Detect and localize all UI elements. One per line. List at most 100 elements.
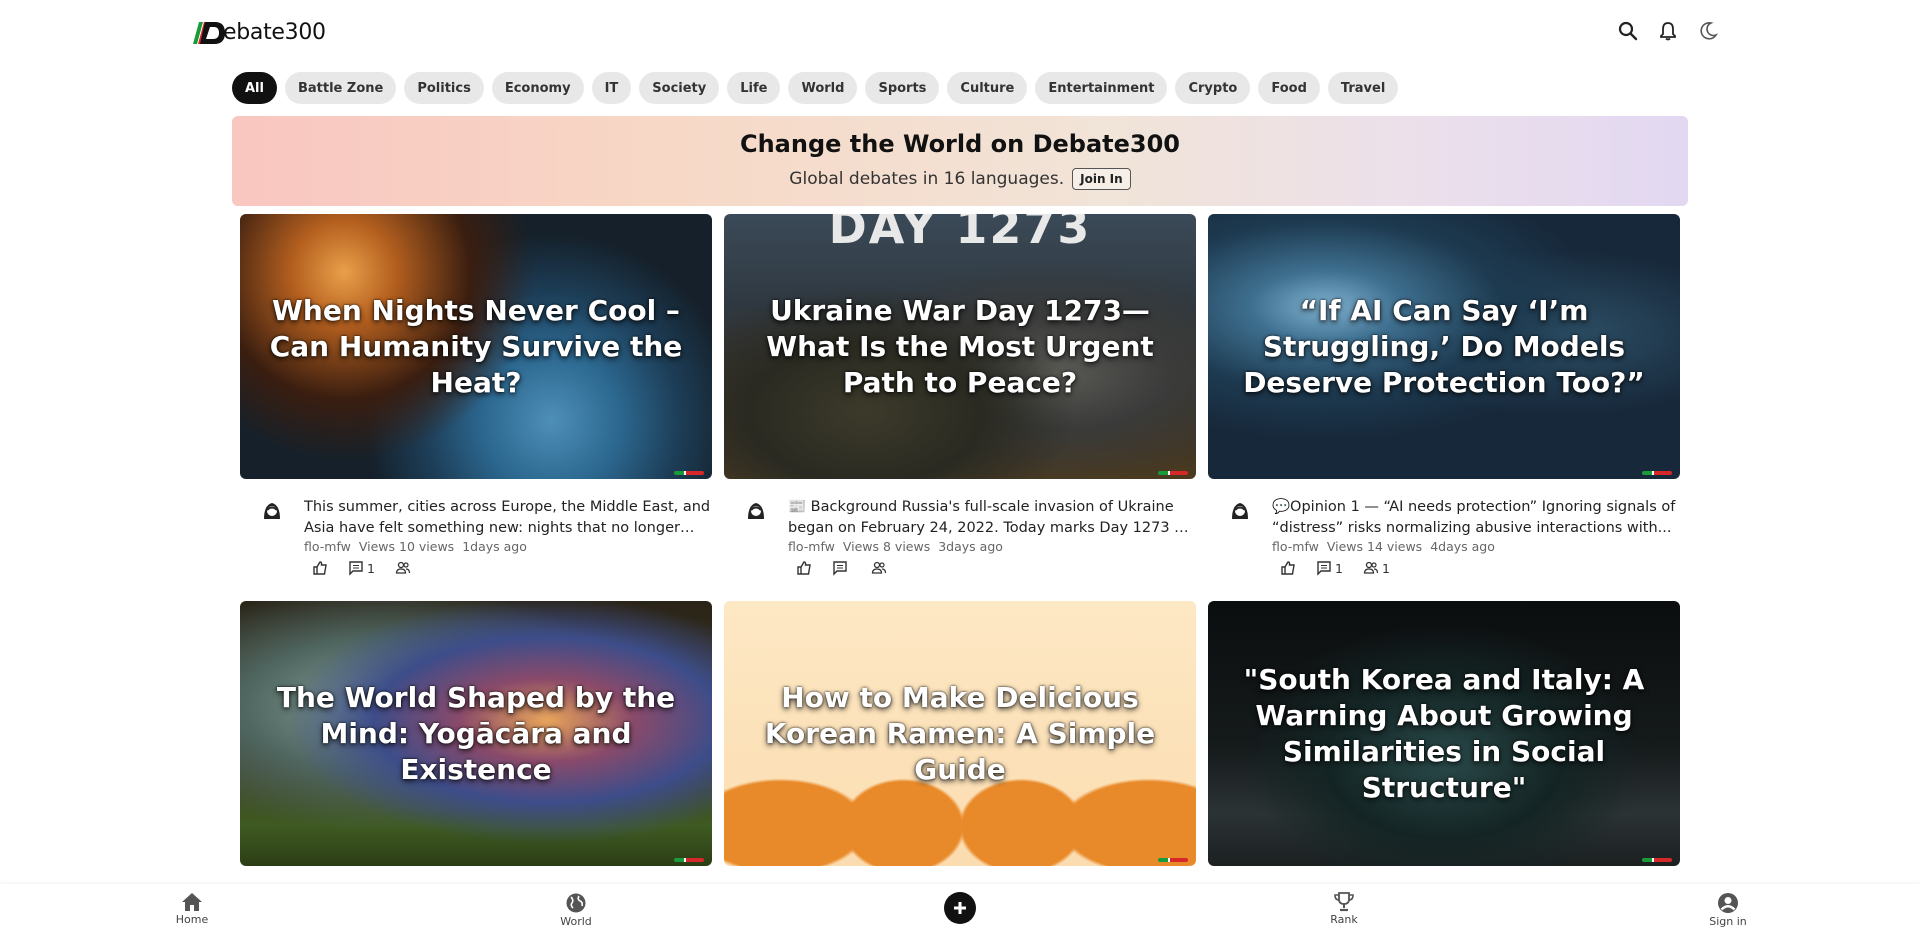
top-header: ebate300 <box>0 0 1920 64</box>
nav-rank[interactable]: Rank <box>1304 892 1384 926</box>
home-icon <box>182 893 202 911</box>
category-tab-sports[interactable]: Sports <box>865 72 940 104</box>
nav-world-label: World <box>560 915 592 928</box>
thumbs-up-icon <box>313 561 327 575</box>
participants-button[interactable]: 1 <box>1363 560 1390 576</box>
language-flag <box>1642 858 1672 862</box>
people-icon <box>395 561 411 574</box>
participant-count: 1 <box>1381 560 1390 576</box>
category-tab-food[interactable]: Food <box>1258 72 1320 104</box>
card-title: "South Korea and Italy: A Warning About … <box>1243 662 1645 804</box>
card-thumbnail[interactable]: “If AI Can Say ‘I’m Struggling,’ Do Mode… <box>1208 214 1680 479</box>
card-views: Views 14 views <box>1326 539 1423 554</box>
create-debate-button[interactable] <box>944 892 976 924</box>
debate-card: "South Korea and Italy: A Warning About … <box>1208 601 1680 866</box>
participants-button[interactable] <box>395 560 414 576</box>
people-icon <box>871 561 887 574</box>
card-author[interactable]: flo-mfw <box>304 539 351 554</box>
comment-icon <box>1317 561 1331 576</box>
nav-signin-label: Sign in <box>1709 915 1747 928</box>
category-tab-life[interactable]: Life <box>727 72 781 104</box>
comment-icon <box>833 561 847 576</box>
logo-text: ebate300 <box>223 19 326 45</box>
card-description[interactable]: This summer, cities across Europe, the M… <box>304 497 712 539</box>
avatar <box>264 503 280 519</box>
card-author[interactable]: flo-mfw <box>1272 539 1319 554</box>
card-thumbnail[interactable]: When Nights Never Cool – Can Humanity Su… <box>240 214 712 479</box>
debate-card: How to Make Delicious Korean Ramen: A Si… <box>724 601 1196 866</box>
join-in-button[interactable]: Join In <box>1072 168 1131 190</box>
card-time: 4days ago <box>1430 539 1495 554</box>
banner-title: Change the World on Debate300 <box>739 130 1181 158</box>
nav-home-label: Home <box>175 913 209 926</box>
like-button[interactable] <box>1280 560 1296 576</box>
like-button[interactable] <box>312 560 328 576</box>
card-time: 1days ago <box>462 539 527 554</box>
language-flag <box>1158 858 1188 862</box>
debate-card: DAY 1273 Ukraine War Day 1273—What Is th… <box>724 214 1196 576</box>
debate-card: The World Shaped by the Mind: Yogācāra a… <box>240 601 712 866</box>
category-tab-travel[interactable]: Travel <box>1327 72 1399 104</box>
card-author[interactable]: flo-mfw <box>788 539 835 554</box>
nav-home[interactable]: Home <box>152 892 232 926</box>
comment-button[interactable]: 1 <box>348 560 375 576</box>
card-title: “If AI Can Say ‘I’m Struggling,’ Do Mode… <box>1243 293 1645 399</box>
card-thumbnail[interactable]: "South Korea and Italy: A Warning About … <box>1208 601 1680 866</box>
category-tab-crypto[interactable]: Crypto <box>1175 72 1251 104</box>
card-description[interactable]: 💬Opinion 1 — “AI needs protection” Ignor… <box>1272 497 1680 539</box>
card-title: When Nights Never Cool – Can Humanity Su… <box>269 293 683 399</box>
language-flag <box>674 858 704 862</box>
comment-count: 1 <box>1335 560 1343 576</box>
card-title: The World Shaped by the Mind: Yogācāra a… <box>276 680 676 786</box>
nav-signin[interactable]: Sign in <box>1688 892 1768 928</box>
bell-icon[interactable] <box>1655 18 1681 44</box>
card-thumbnail[interactable]: The World Shaped by the Mind: Yogācāra a… <box>240 601 712 866</box>
comment-button[interactable]: 1 <box>1316 560 1343 576</box>
comment-button[interactable] <box>832 560 851 576</box>
category-tab-all[interactable]: All <box>232 72 277 104</box>
category-tab-battle-zone[interactable]: Battle Zone <box>284 72 397 104</box>
category-tab-society[interactable]: Society <box>639 72 720 104</box>
category-tab-culture[interactable]: Culture <box>947 72 1028 104</box>
like-button[interactable] <box>796 560 812 576</box>
trophy-icon <box>1334 892 1354 912</box>
language-flag <box>1158 471 1188 475</box>
category-tab-economy[interactable]: Economy <box>491 72 584 104</box>
bottom-navigation: Home World Rank Sign in <box>0 884 1920 941</box>
avatar <box>748 503 764 519</box>
card-views: Views 8 views <box>842 539 931 554</box>
thumbs-up-icon <box>797 561 811 575</box>
card-title: Ukraine War Day 1273—What Is the Most Ur… <box>766 293 1154 399</box>
globe-icon <box>566 893 586 913</box>
nav-rank-label: Rank <box>1330 913 1358 926</box>
account-icon <box>1718 893 1738 913</box>
debate-card: When Nights Never Cool – Can Humanity Su… <box>240 214 712 576</box>
promo-banner: Change the World on Debate300 Global deb… <box>232 116 1688 206</box>
banner-subtitle: Global debates in 16 languages. <box>789 169 1065 189</box>
thumbs-up-icon <box>1281 561 1295 575</box>
card-time: 3days ago <box>938 539 1003 554</box>
avatar <box>1232 503 1248 519</box>
people-icon <box>1363 561 1379 574</box>
plus-icon <box>954 902 966 914</box>
card-thumbnail[interactable]: How to Make Delicious Korean Ramen: A Si… <box>724 601 1196 866</box>
language-flag <box>1642 471 1672 475</box>
card-title: How to Make Delicious Korean Ramen: A Si… <box>764 680 1156 786</box>
debate-card: “If AI Can Say ‘I’m Struggling,’ Do Mode… <box>1208 214 1680 576</box>
category-bar: All Battle Zone Politics Economy IT Society Li… <box>232 72 1399 104</box>
language-flag <box>674 471 704 475</box>
category-tab-politics[interactable]: Politics <box>404 72 484 104</box>
card-description[interactable]: 📰 Background Russia's full-scale invasio… <box>788 497 1196 539</box>
logo-mark-icon <box>193 22 225 44</box>
search-icon[interactable] <box>1615 18 1641 44</box>
category-tab-entertainment[interactable]: Entertainment <box>1035 72 1168 104</box>
category-tab-it[interactable]: IT <box>591 72 632 104</box>
nav-world[interactable]: World <box>536 892 616 928</box>
category-tab-world[interactable]: World <box>788 72 858 104</box>
moon-icon[interactable] <box>1695 18 1721 44</box>
participants-button[interactable] <box>871 560 890 576</box>
comment-icon <box>349 561 363 576</box>
comment-count: 1 <box>367 560 375 576</box>
logo[interactable]: ebate300 <box>191 16 326 48</box>
card-thumbnail[interactable]: DAY 1273 Ukraine War Day 1273—What Is th… <box>724 214 1196 479</box>
